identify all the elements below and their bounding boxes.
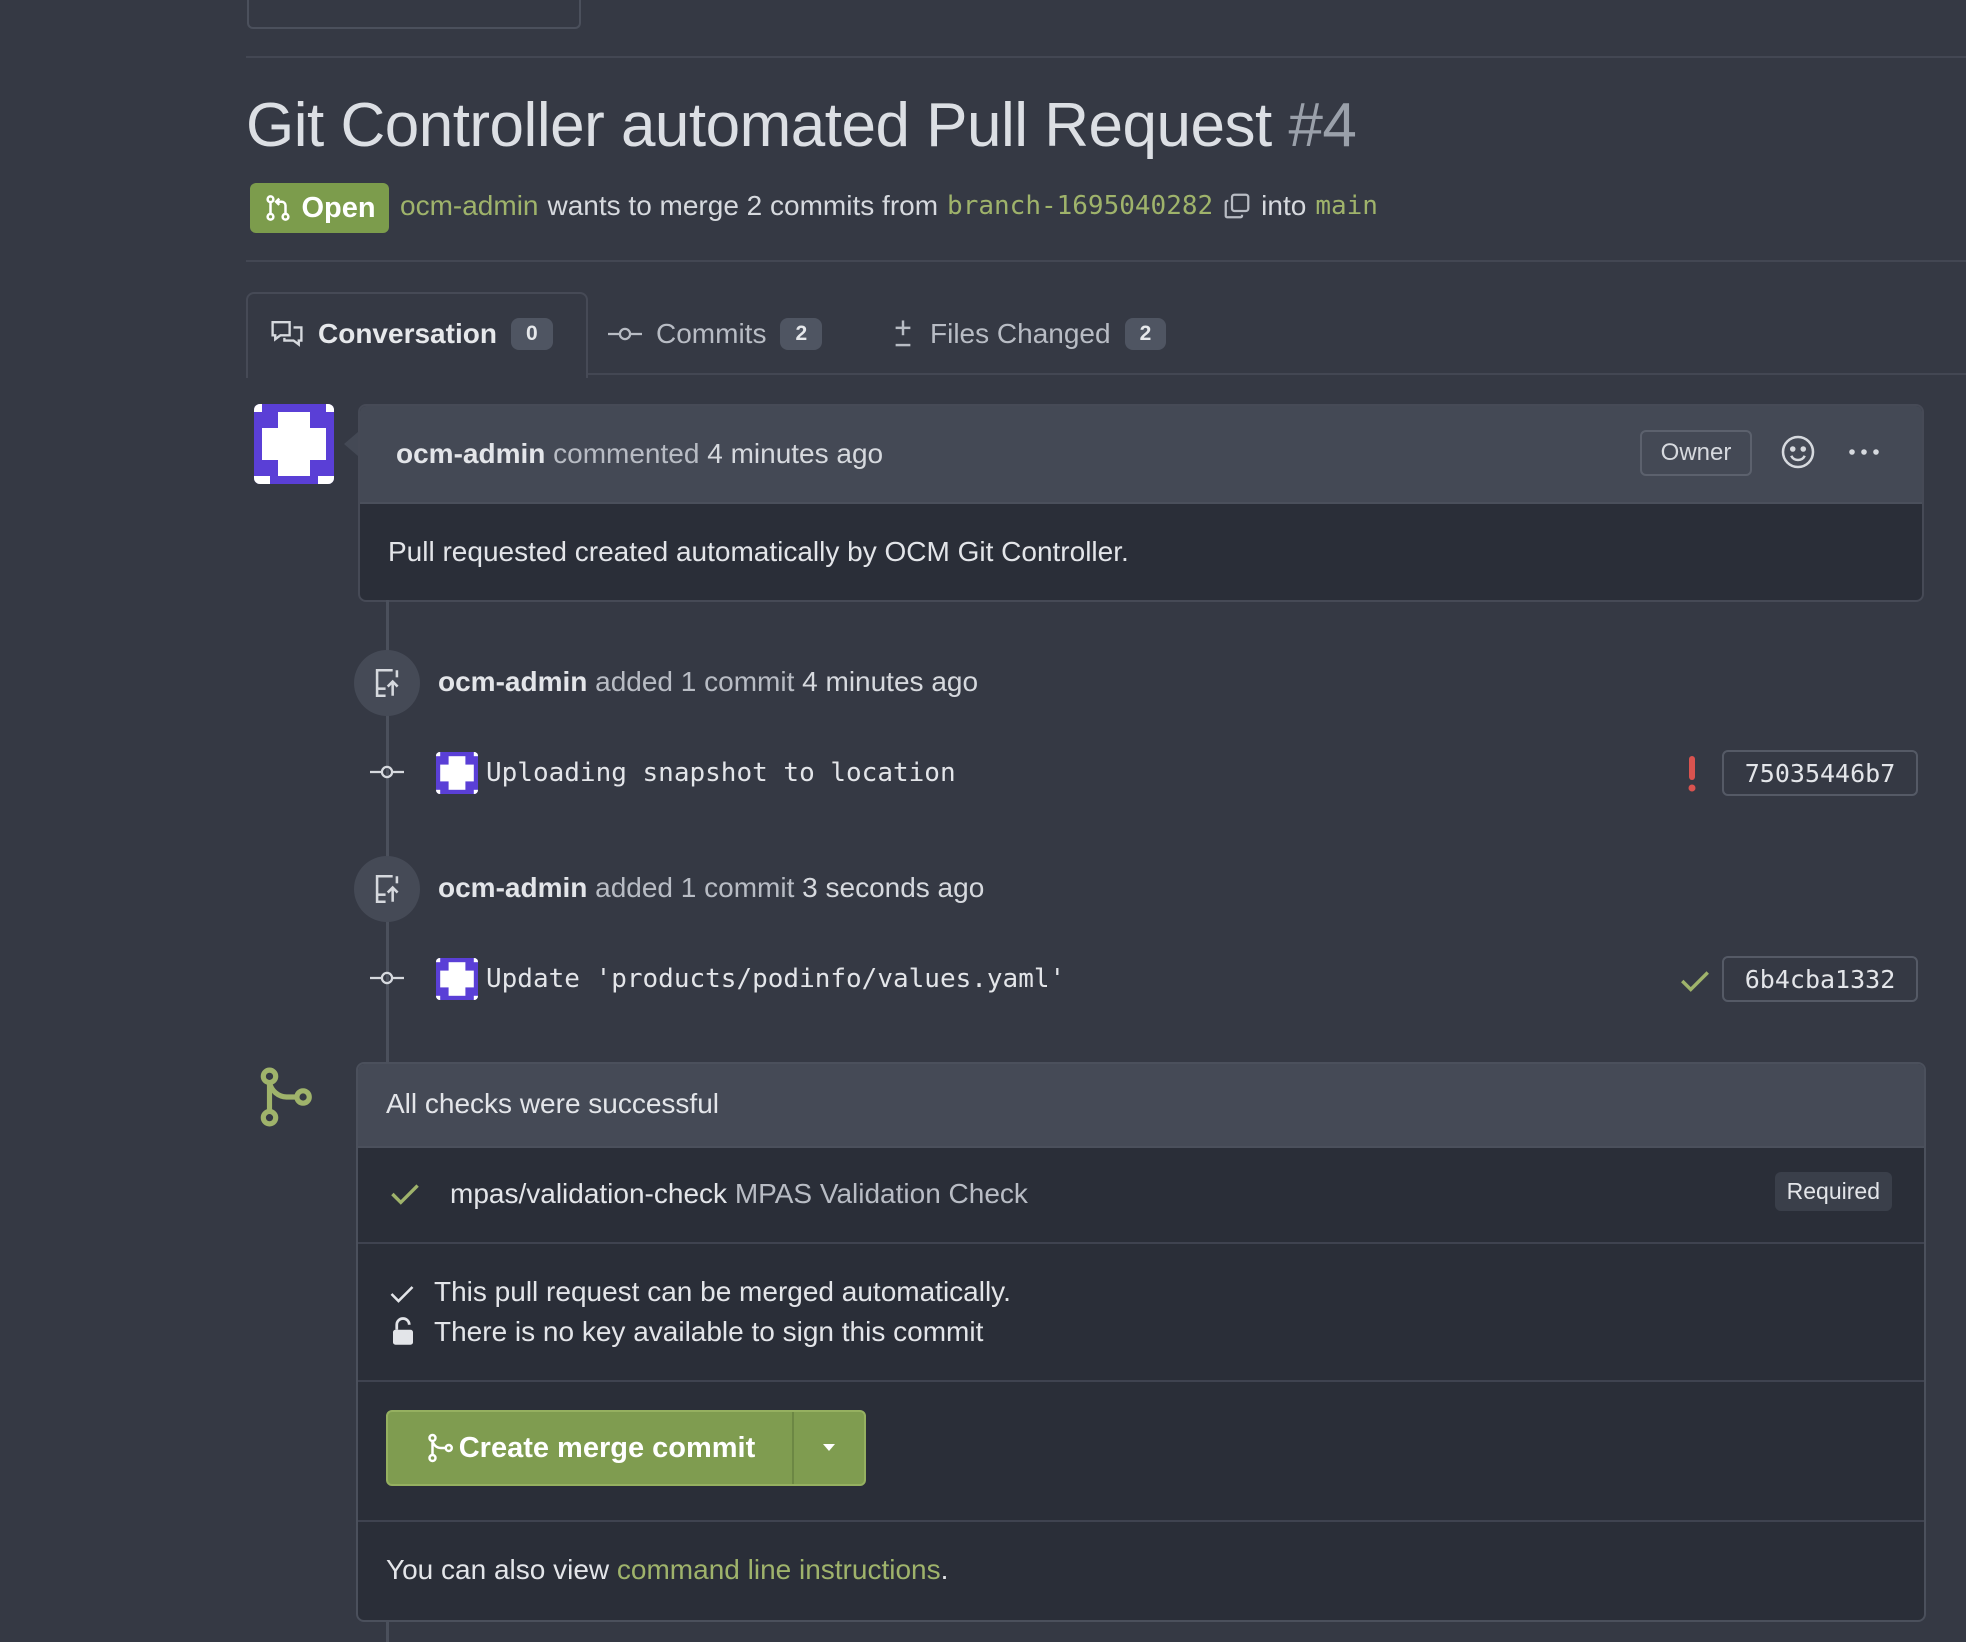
- commit-sha-button[interactable]: 75035446b7: [1722, 750, 1918, 796]
- repo-push-icon: [354, 856, 420, 922]
- comment-meta: ocm-admin commented 4 minutes ago: [396, 438, 883, 470]
- merge-status: This pull request can be merged automati…: [358, 1244, 1924, 1382]
- required-badge: Required: [1774, 1172, 1892, 1211]
- comment-pointer: [344, 432, 358, 456]
- commit-message-link[interactable]: Update 'products/podinfo/values.yaml': [486, 964, 1065, 994]
- avatar[interactable]: [436, 752, 478, 794]
- event-author[interactable]: ocm-admin: [438, 872, 587, 903]
- footer-text: You can also view command line instructi…: [386, 1554, 948, 1586]
- merge-method-dropdown[interactable]: [794, 1412, 864, 1484]
- copy-icon[interactable]: [1222, 191, 1252, 221]
- git-merge-icon: [260, 1067, 312, 1127]
- avatar[interactable]: [436, 958, 478, 1000]
- checks-header: All checks were successful: [358, 1064, 1924, 1148]
- event-author[interactable]: ocm-admin: [438, 666, 587, 697]
- merge-box: All checks were successful mpas/validati…: [356, 1062, 1926, 1622]
- git-pull-request-icon: [266, 195, 291, 221]
- tab-counter: 2: [780, 318, 823, 350]
- comment-discussion-icon: [271, 321, 303, 347]
- git-commit-icon: [608, 327, 642, 341]
- tab-conversation[interactable]: Conversation 0: [270, 318, 553, 350]
- signing-text: There is no key available to sign this c…: [434, 1316, 984, 1347]
- comment-header: ocm-admin commented 4 minutes ago Owner: [360, 406, 1922, 504]
- event-action: added 1 commit: [595, 666, 795, 697]
- divider: [246, 260, 1966, 262]
- author-link[interactable]: ocm-admin: [400, 190, 538, 222]
- avatar-identicon: [436, 752, 478, 794]
- diff-icon: [895, 320, 911, 347]
- status-label: Open: [301, 191, 376, 224]
- page-title: Git Controller automated Pull Request #4: [246, 90, 1357, 161]
- mergeable-text: This pull request can be merged automati…: [434, 1276, 1011, 1307]
- event-action: added 1 commit: [595, 872, 795, 903]
- source-branch[interactable]: branch-1695040282: [947, 191, 1213, 221]
- commit-message-link[interactable]: Uploading snapshot to location: [486, 758, 956, 788]
- pr-subline: ocm-admin wants to merge 2 commits from …: [400, 190, 1378, 222]
- create-merge-commit-button[interactable]: Create merge commit: [388, 1412, 794, 1484]
- comment-time[interactable]: 4 minutes ago: [707, 438, 883, 469]
- tab-label: Commits: [656, 318, 767, 349]
- status-badge: Open: [250, 183, 389, 233]
- tab-commits[interactable]: Commits 2: [608, 318, 823, 350]
- check-icon[interactable]: [1678, 966, 1712, 996]
- check-desc: MPAS Validation Check: [734, 1178, 1028, 1209]
- smiley-icon[interactable]: [1780, 434, 1816, 470]
- commit-sha-button[interactable]: 6b4cba1332: [1722, 956, 1918, 1002]
- into-label: into: [1261, 190, 1307, 221]
- git-commit-icon: [370, 765, 404, 779]
- timeline-event: ocm-admin added 1 commit 3 seconds ago: [438, 872, 984, 904]
- tab-label: Conversation: [318, 318, 497, 349]
- check-icon: [390, 1286, 414, 1303]
- kebab-horizontal-icon[interactable]: [1846, 446, 1882, 458]
- event-time[interactable]: 3 seconds ago: [802, 872, 984, 903]
- check-description: mpas/validation-check MPAS Validation Ch…: [450, 1178, 1028, 1210]
- merge-actions: Create merge commit: [358, 1382, 1924, 1522]
- alert-icon[interactable]: [1686, 756, 1698, 792]
- unlock-icon: [393, 1317, 413, 1345]
- comment-box: ocm-admin commented 4 minutes ago Owner …: [358, 404, 1924, 602]
- check-row: mpas/validation-check MPAS Validation Ch…: [358, 1148, 1924, 1244]
- owner-badge: Owner: [1640, 430, 1752, 476]
- footer-prefix: You can also view: [386, 1554, 610, 1585]
- git-commit-icon: [370, 971, 404, 985]
- tabs-underline: [584, 373, 1966, 375]
- check-name: mpas/validation-check: [450, 1178, 728, 1209]
- avatar-identicon: [436, 958, 478, 1000]
- comment-author[interactable]: ocm-admin: [396, 438, 545, 469]
- merge-description: wants to merge 2 commits from: [547, 190, 939, 221]
- pr-number: #4: [1288, 91, 1357, 160]
- footer-suffix: .: [940, 1554, 949, 1585]
- event-time[interactable]: 4 minutes ago: [802, 666, 978, 697]
- merge-footer: You can also view command line instructi…: [358, 1522, 1924, 1620]
- timeline-event: ocm-admin added 1 commit 4 minutes ago: [438, 666, 978, 698]
- tab-files-changed[interactable]: Files Changed 2: [890, 318, 1167, 350]
- target-branch[interactable]: main: [1315, 191, 1378, 221]
- git-merge-icon: [427, 1433, 453, 1463]
- triangle-down-icon: [823, 1444, 835, 1451]
- merge-button-group: Create merge commit: [386, 1410, 866, 1486]
- avatar[interactable]: [254, 404, 334, 484]
- comment-body: Pull requested created automatically by …: [388, 536, 1129, 567]
- tab-label: Files Changed: [930, 318, 1111, 349]
- command-line-instructions-link[interactable]: command line instructions: [617, 1554, 941, 1585]
- divider: [246, 56, 1966, 58]
- comment-action: commented: [553, 438, 700, 469]
- avatar-identicon: [254, 404, 334, 484]
- tab-counter: 0: [510, 318, 553, 350]
- check-icon: [391, 1184, 419, 1205]
- tab-counter: 2: [1124, 318, 1167, 350]
- pr-title-text: Git Controller automated Pull Request: [246, 91, 1272, 160]
- merge-button-label: Create merge commit: [458, 1431, 756, 1464]
- repo-push-icon: [354, 650, 420, 716]
- previous-box-edge: [247, 0, 581, 29]
- checks-header-text: All checks were successful: [386, 1088, 720, 1119]
